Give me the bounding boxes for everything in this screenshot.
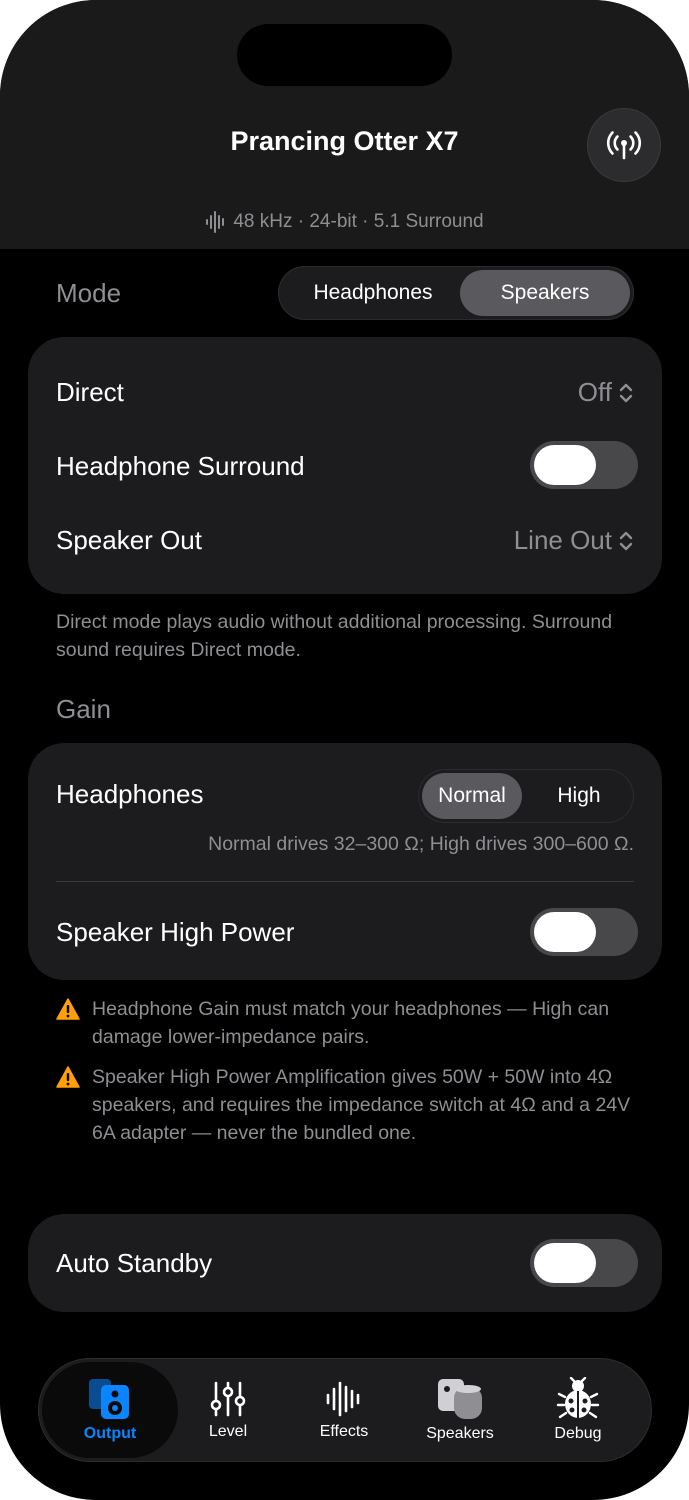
toggle-knob	[534, 445, 596, 485]
speaker-high-power-label: Speaker High Power	[56, 917, 295, 947]
app-screen: Prancing Otter X7 48 kHz · 24-bit · 5.1 …	[0, 0, 689, 1500]
auto-standby-toggle[interactable]	[530, 1239, 638, 1287]
ladybug-icon	[556, 1377, 600, 1419]
speaker-high-power-toggle[interactable]	[530, 908, 638, 956]
gain-option-normal[interactable]: Normal	[422, 773, 522, 819]
sliders-icon	[210, 1381, 246, 1417]
warning-triangle-icon	[56, 1066, 80, 1088]
tab-speakers[interactable]: Speakers	[410, 1362, 510, 1458]
tab-level[interactable]: Level	[178, 1362, 278, 1458]
speaker-out-label: Speaker Out	[56, 525, 202, 555]
dynamic-island	[237, 24, 452, 86]
warning-text: Headphone Gain must match your headphone…	[92, 998, 610, 1048]
homepod-icon	[438, 1379, 482, 1419]
tab-debug[interactable]: Debug	[528, 1362, 628, 1458]
tab-label: Debug	[554, 1425, 602, 1442]
speaker-out-value: Line Out	[513, 525, 612, 555]
headphone-surround-toggle[interactable]	[530, 441, 638, 489]
tab-label: Speakers	[426, 1425, 494, 1442]
mode-label: Mode	[56, 278, 122, 308]
direct-picker[interactable]: Off	[578, 377, 634, 408]
output-settings-card: Direct Off Headphone Surround Speaker Ou…	[28, 337, 662, 594]
headphone-surround-label: Headphone Surround	[56, 451, 305, 481]
tab-label: Effects	[319, 1423, 369, 1440]
warning-triangle-icon	[56, 998, 80, 1020]
chevron-updown-icon	[619, 383, 633, 402]
mode-segmented-control: Headphones Speakers	[278, 266, 634, 320]
gain-label: Gain	[56, 694, 111, 724]
auto-standby-label: Auto Standby	[56, 1248, 213, 1278]
header: Prancing Otter X7 48 kHz · 24-bit · 5.1 …	[0, 0, 689, 249]
tab-output[interactable]: Output	[42, 1362, 178, 1458]
waveform-icon	[206, 211, 225, 233]
device-title: Prancing Otter X7	[230, 126, 459, 156]
tab-effects[interactable]: Effects	[294, 1362, 394, 1458]
speaker-out-picker[interactable]: Line Out	[514, 525, 634, 556]
warning-item: Speaker High Power Amplification gives 5…	[56, 1063, 656, 1147]
headphones-gain-label: Headphones	[56, 779, 204, 809]
toggle-knob	[534, 1243, 596, 1283]
audio-format-text: 48 kHz · 24-bit · 5.1 Surround	[233, 211, 484, 232]
antenna-icon	[606, 131, 642, 160]
direct-mode-note: Direct mode plays audio without addition…	[56, 611, 613, 661]
gain-settings-card: Headphones Normal High Normal drives 32–…	[28, 743, 662, 980]
direct-label: Direct	[56, 377, 124, 407]
headphone-gain-segmented-control: Normal High	[418, 769, 634, 823]
standby-card: Auto Standby	[28, 1214, 662, 1312]
speaker-box-icon	[89, 1379, 129, 1419]
gain-option-high[interactable]: High	[528, 773, 630, 819]
connection-button[interactable]	[587, 108, 661, 182]
toggle-knob	[534, 912, 596, 952]
direct-value: Off	[577, 377, 612, 407]
mode-option-speakers[interactable]: Speakers	[460, 270, 630, 316]
tab-label: Output	[83, 1425, 137, 1442]
mode-option-headphones[interactable]: Headphones	[282, 270, 464, 316]
tab-bar: Output Level Effects Speakers Debug	[38, 1358, 652, 1462]
warning-text: Speaker High Power Amplification gives 5…	[92, 1066, 631, 1144]
waveform-icon	[326, 1381, 360, 1417]
gain-impedance-hint: Normal drives 32–300 Ω; High drives 300–…	[208, 833, 634, 855]
divider	[56, 881, 634, 882]
warning-item: Headphone Gain must match your headphone…	[56, 995, 656, 1051]
audio-format: 48 kHz · 24-bit · 5.1 Surround	[0, 211, 689, 233]
chevron-updown-icon	[619, 531, 633, 550]
tab-label: Level	[208, 1423, 248, 1440]
